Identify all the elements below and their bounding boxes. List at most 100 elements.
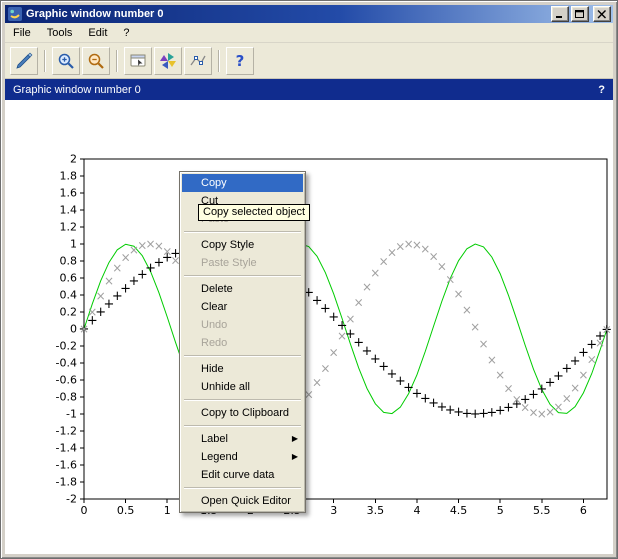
menu-separator (184, 275, 301, 277)
x-tick-label: 4.5 (450, 504, 468, 517)
svg-text:×: × (104, 274, 114, 288)
menu-item-edit-curve-data[interactable]: Edit curve data (182, 466, 303, 484)
x-tick-label: 0.5 (117, 504, 135, 517)
svg-text:×: × (454, 287, 464, 301)
menu-item-hide[interactable]: Hide (182, 360, 303, 378)
svg-text:×: × (487, 353, 497, 367)
y-tick-label: 1 (70, 238, 77, 251)
y-tick-label: -0.8 (56, 391, 77, 404)
zoom-in-button[interactable] (52, 46, 80, 75)
y-tick-label: -1.2 (56, 425, 77, 438)
y-tick-label: -1.6 (56, 459, 77, 472)
svg-text:×: × (345, 312, 355, 326)
menu-edit[interactable]: Edit (80, 25, 115, 41)
y-tick-label: 1.4 (60, 204, 78, 217)
menu-item-label: Legend (201, 451, 238, 463)
maximize-button[interactable] (571, 6, 589, 22)
menu-item-label: Label (201, 433, 228, 445)
figure-editor-button[interactable] (124, 46, 152, 75)
menu-item-legend[interactable]: Legend ▶ (182, 448, 303, 466)
y-tick-label: 1.6 (60, 187, 78, 200)
menu-item-delete[interactable]: Delete (182, 280, 303, 298)
help-button[interactable]: ? (226, 46, 254, 75)
y-tick-label: 0.2 (60, 306, 78, 319)
menu-file[interactable]: File (5, 25, 39, 41)
svg-text:×: × (87, 305, 97, 319)
titlebar[interactable]: Graphic window number 0 (5, 5, 613, 23)
menu-item-label: Clear (201, 301, 228, 313)
menu-separator (184, 355, 301, 357)
menu-item-label: Copy Style (201, 239, 255, 251)
y-tick-label: -0.6 (56, 374, 77, 387)
infobar-help-toggle[interactable]: ? (598, 84, 605, 96)
svg-text:×: × (470, 320, 480, 334)
menu-item-copy[interactable]: Copy (182, 174, 303, 192)
menu-item-label[interactable]: Label ▶ (182, 430, 303, 448)
svg-text:×: × (445, 272, 455, 286)
submenu-arrow-icon: ▶ (291, 452, 298, 461)
menu-item-clear[interactable]: Clear (182, 298, 303, 316)
svg-text:×: × (354, 296, 364, 310)
svg-text:×: × (570, 381, 580, 395)
datatips-button[interactable] (184, 46, 212, 75)
svg-text:×: × (329, 346, 339, 360)
close-button[interactable] (593, 6, 611, 22)
toolbar: ? (5, 43, 613, 79)
svg-text:×: × (495, 368, 505, 382)
x-tick-label: 0 (81, 504, 88, 517)
menu-separator (184, 425, 301, 427)
svg-text:?: ? (236, 52, 245, 70)
export-button[interactable] (10, 46, 38, 75)
menu-item-label: Redo (201, 337, 228, 349)
export-icon (16, 52, 33, 69)
svg-text:×: × (595, 336, 605, 350)
datatips-icon (190, 55, 206, 65)
infobar: Graphic window number 0 ? (5, 79, 613, 100)
menu-item-label: Copy to Clipboard (201, 407, 290, 419)
menu-item-copy-style[interactable]: Copy Style (182, 236, 303, 254)
plot-canvas[interactable]: 00.511.522.533.544.555.5621.81.61.41.210… (5, 100, 613, 554)
y-tick-label: 1.2 (60, 221, 78, 234)
menu-separator (184, 487, 301, 489)
menu-tools[interactable]: Tools (39, 25, 81, 41)
y-tick-label: 0.4 (60, 289, 78, 302)
svg-text:×: × (79, 322, 89, 336)
svg-text:×: × (479, 337, 489, 351)
menu-item-label: Hide (201, 363, 224, 375)
svg-text:×: × (320, 362, 330, 376)
y-tick-label: -1.4 (56, 442, 77, 455)
y-tick-label: -1.8 (56, 476, 77, 489)
y-tick-label: 0.8 (60, 255, 78, 268)
minimize-button[interactable] (551, 6, 569, 22)
menu-item-copy-to-clipboard[interactable]: Copy to Clipboard (182, 404, 303, 422)
rotate-3d-button[interactable] (154, 46, 182, 75)
menu-help[interactable]: ? (115, 25, 137, 41)
menu-item-unhide-all[interactable]: Unhide all (182, 378, 303, 396)
toolbar-separator (44, 49, 46, 72)
y-tick-label: 0 (70, 323, 77, 336)
x-tick-label: 1 (164, 504, 171, 517)
zoom-out-button[interactable] (82, 46, 110, 75)
menu-item-open-quick-editor[interactable]: Open Quick Editor (182, 492, 303, 510)
x-tick-label: 4 (413, 504, 420, 517)
x-tick-label: 3 (330, 504, 337, 517)
infobar-title: Graphic window number 0 (13, 83, 141, 96)
svg-text:×: × (602, 323, 612, 337)
menu-separator (184, 399, 301, 401)
menu-item-undo: Undo (182, 316, 303, 334)
menu-item-label: Delete (201, 283, 233, 295)
svg-text:×: × (337, 329, 347, 343)
x-tick-label: 5.5 (533, 504, 551, 517)
graphic-window: Graphic window number 0 File Tools Edit … (0, 0, 618, 559)
toolbar-separator (218, 49, 220, 72)
svg-text:×: × (462, 303, 472, 317)
y-tick-label: -1 (66, 408, 77, 421)
menu-item-label: Edit curve data (201, 469, 275, 481)
menu-item-label: Paste Style (201, 257, 257, 269)
maximize-icon (575, 9, 584, 18)
close-icon (597, 9, 606, 18)
help-icon: ? (236, 52, 245, 70)
window-title: Graphic window number 0 (26, 8, 164, 20)
svg-text:×: × (587, 352, 597, 366)
menu-item-redo: Redo (182, 334, 303, 352)
